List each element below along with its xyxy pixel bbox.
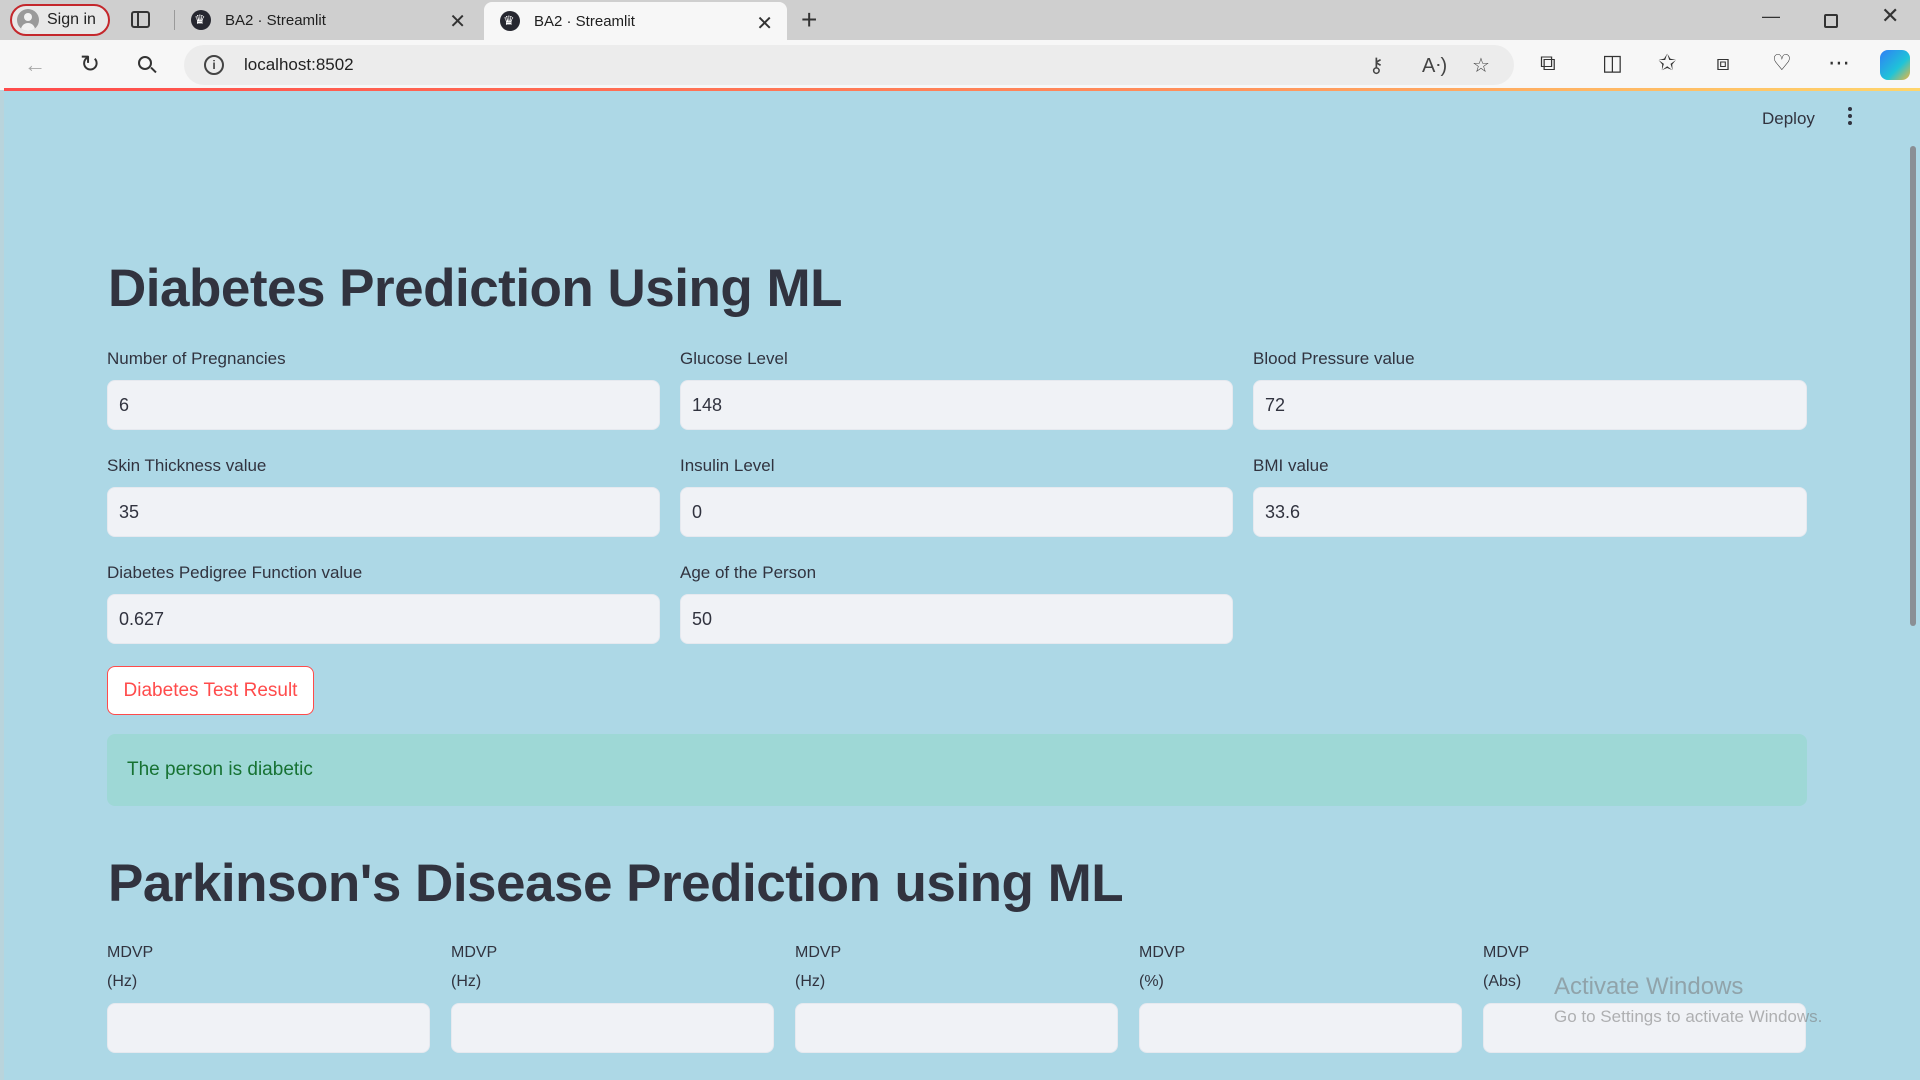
blood-pressure-label: Blood Pressure value [1253,349,1415,368]
label-line-2: (%) [1139,973,1164,990]
label-line-1: MDVP [1139,944,1186,961]
profile-avatar-icon [17,9,39,31]
reload-icon[interactable]: ↻ [80,50,100,79]
insulin-label: Insulin Level [680,456,775,475]
collections-icon[interactable]: ⧈ [1716,50,1730,76]
streamlit-app: Deploy Diabetes Prediction Using ML Numb… [4,91,1920,1080]
extensions-icon[interactable]: ⧉ [1540,50,1556,76]
parkinsons-field-label: MDVP (Hz) [107,938,153,996]
minimize-icon[interactable]: — [1762,6,1780,27]
browser-tab-1[interactable]: BA2 · Streamlit ✕ [175,0,480,40]
parkinsons-input-1[interactable] [107,1003,430,1053]
label-line-1: MDVP [107,944,154,961]
age-input[interactable]: 50 [680,594,1233,644]
parkinsons-input-2[interactable] [451,1003,774,1053]
copilot-icon[interactable] [1880,50,1910,80]
windows-activation-watermark: Activate Windows Go to Settings to activ… [1554,973,1822,1027]
parkinsons-title: Parkinson's Disease Prediction using ML [108,854,1124,913]
tab-title: BA2 · Streamlit [534,12,635,30]
pregnancies-label: Number of Pregnancies [107,349,286,368]
pedigree-label: Diabetes Pedigree Function value [107,563,363,582]
pedigree-input[interactable]: 0.627 [107,594,660,644]
deploy-button[interactable]: Deploy [1762,109,1815,129]
glucose-label: Glucose Level [680,349,788,368]
label-line-2: (Hz) [795,973,826,990]
tab-title: BA2 · Streamlit [225,11,326,29]
parkinsons-field-label: MDVP (%) [1139,938,1185,996]
blood-pressure-input[interactable]: 72 [1253,380,1807,430]
label-line-2: (Hz) [107,973,138,990]
url-field[interactable]: i localhost:8502 ⚷ Aᐧ) ☆ [184,45,1514,85]
label-line-2: (Hz) [451,973,482,990]
diabetes-title: Diabetes Prediction Using ML [108,259,843,318]
streamlit-favicon-icon [191,10,211,30]
favorites-icon[interactable]: ✩ [1658,50,1676,76]
new-tab-icon[interactable]: + [801,4,817,36]
diabetes-result-alert: The person is diabetic [107,734,1807,806]
label-line-1: MDVP [795,944,842,961]
split-screen-icon[interactable]: ◫ [1602,50,1623,76]
label-line-1: MDVP [451,944,498,961]
parkinsons-input-4[interactable] [1139,1003,1462,1053]
glucose-input[interactable]: 148 [680,380,1233,430]
close-tab-icon[interactable]: ✕ [756,11,773,36]
bmi-label: BMI value [1253,456,1329,475]
bmi-input[interactable]: 33.6 [1253,487,1807,537]
pregnancies-input[interactable]: 6 [107,380,660,430]
tab-actions-icon[interactable] [131,11,150,28]
parkinsons-field-label: MDVP (Abs) [1483,938,1529,996]
insulin-input[interactable]: 0 [680,487,1233,537]
favorite-star-icon[interactable]: ☆ [1472,53,1490,78]
search-icon[interactable] [136,52,158,74]
age-label: Age of the Person [680,563,817,582]
key-icon[interactable]: ⚷ [1369,53,1384,78]
back-arrow-icon[interactable]: ← [24,52,46,78]
skin-thickness-input[interactable]: 35 [107,487,660,537]
parkinsons-input-3[interactable] [795,1003,1118,1053]
close-tab-icon[interactable]: ✕ [449,9,466,34]
sign-in-button[interactable]: Sign in [10,4,110,36]
url-text: localhost:8502 [244,55,354,74]
skin-thickness-label: Skin Thickness value [107,456,267,475]
main-menu-icon[interactable] [1848,107,1852,128]
watermark-line-1: Activate Windows [1554,973,1744,1000]
streamlit-favicon-icon [500,11,520,31]
restore-icon[interactable] [1824,14,1838,28]
parkinsons-field-label: MDVP (Hz) [795,938,841,996]
browser-essentials-icon[interactable]: ♡ [1772,50,1792,76]
watermark-line-2: Go to Settings to activate Windows. [1554,1007,1823,1026]
more-options-icon[interactable]: ⋯ [1828,50,1850,76]
parkinsons-field-label: MDVP (Hz) [451,938,497,996]
browser-tab-bar: Sign in BA2 · Streamlit ✕ BA2 · Streamli… [0,0,1920,40]
label-line-2: (Abs) [1483,973,1522,990]
sign-in-label: Sign in [47,11,96,28]
address-bar: ← ↻ i localhost:8502 ⚷ Aᐧ) ☆ ⧉ ◫ ✩ ⧈ ♡ ⋯ [0,40,1920,90]
label-line-1: MDVP [1483,944,1530,961]
close-window-icon[interactable]: ✕ [1881,3,1899,29]
browser-tab-2[interactable]: BA2 · Streamlit ✕ [484,2,787,40]
scrollbar[interactable] [1910,146,1916,626]
info-icon[interactable]: i [204,55,224,75]
read-aloud-icon[interactable]: Aᐧ) [1422,53,1447,78]
diabetes-test-result-button[interactable]: Diabetes Test Result [107,666,314,715]
